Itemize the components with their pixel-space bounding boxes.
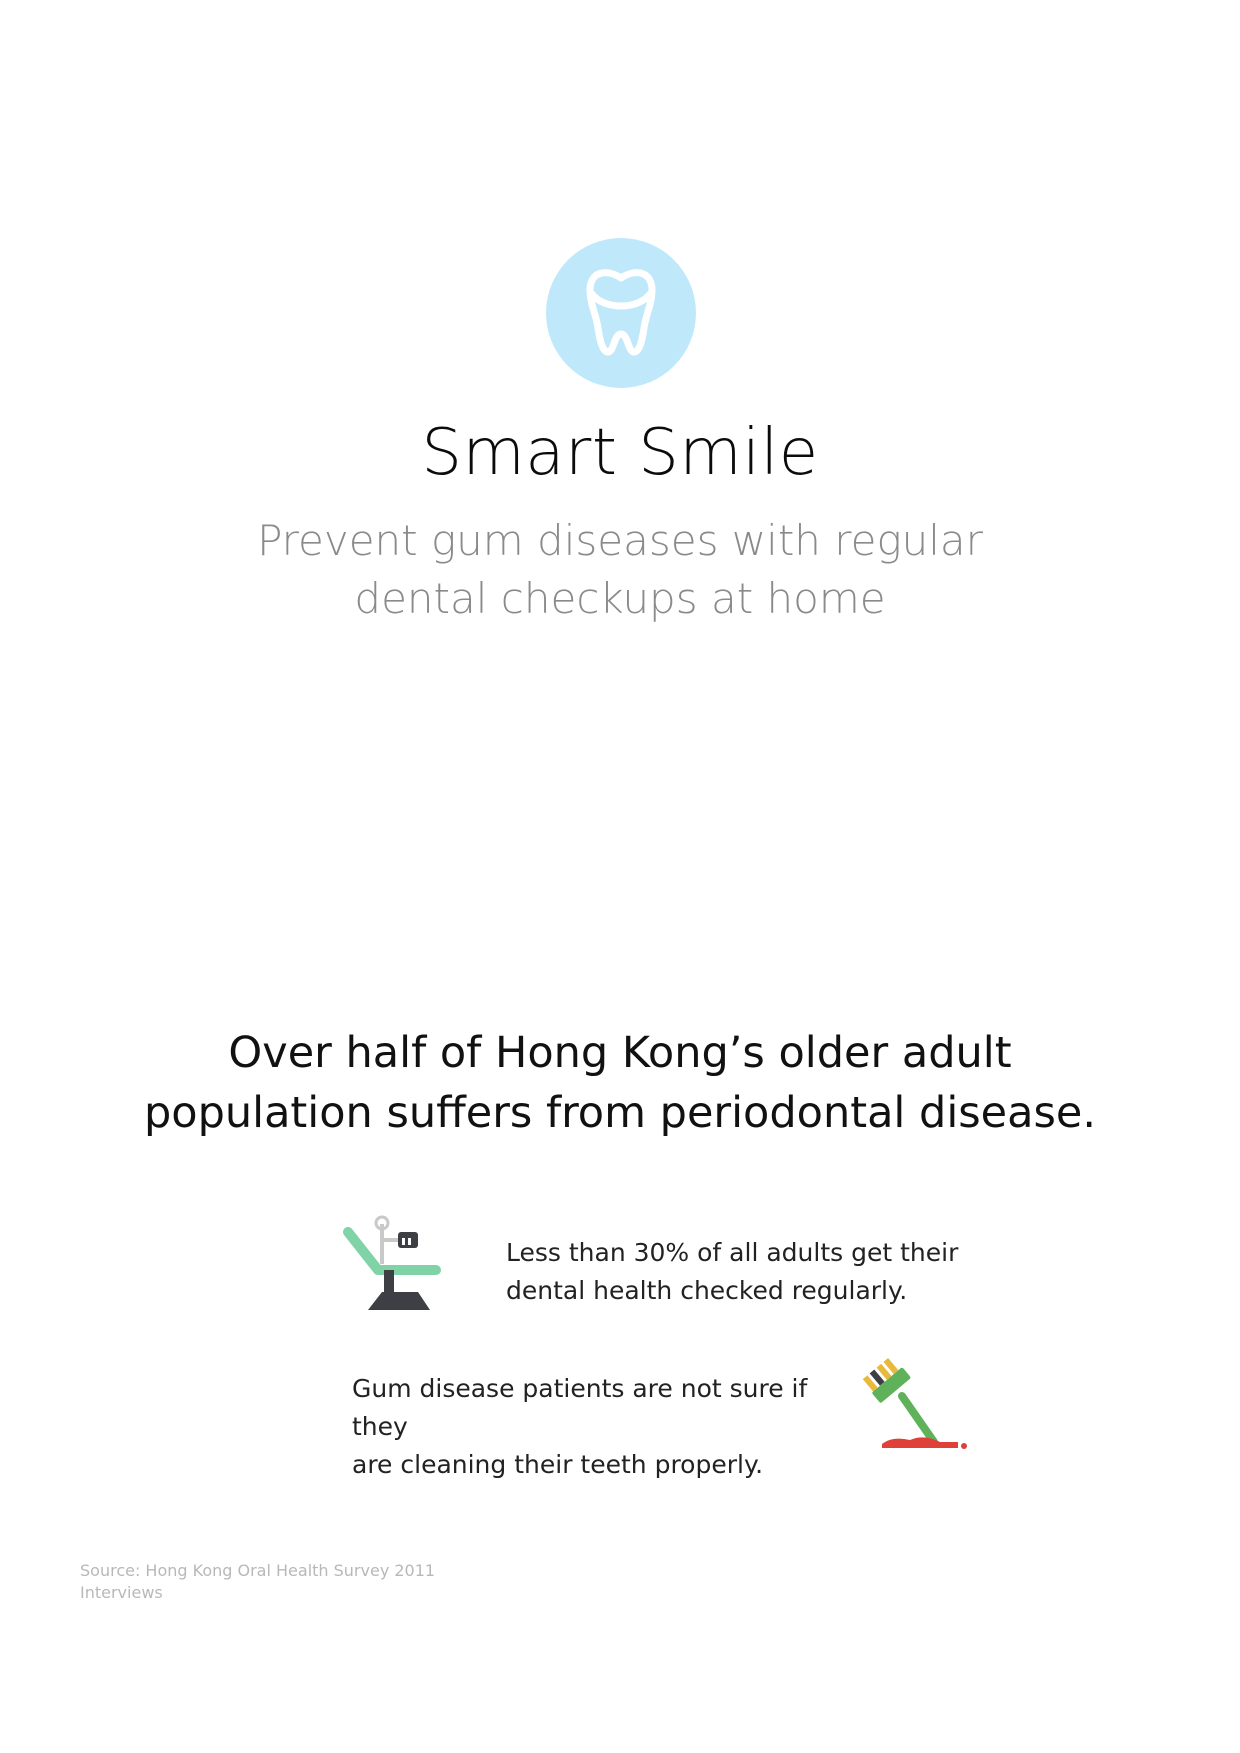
tooth-icon [586,269,656,356]
fact-line: Less than 30% of all adults get their [506,1238,959,1267]
page-title: Smart Smile [421,416,819,490]
key-statistic-headline: Over half of Hong Kong’s older adult pop… [0,1023,1240,1143]
fact-item: Gum disease patients are not sure if the… [352,1370,842,1484]
page-subtitle: Prevent gum diseases with regular dental… [0,512,1240,628]
fact-line: are cleaning their teeth properly. [352,1450,764,1479]
subtitle-line: Prevent gum diseases with regular [257,516,983,565]
dental-chair-icon [338,1212,448,1322]
fact-line: Gum disease patients are not sure if the… [352,1374,808,1441]
source-note: Source: Hong Kong Oral Health Survey 201… [80,1560,435,1604]
fact-item: Less than 30% of all adults get their de… [506,1234,966,1310]
subtitle-line: dental checkups at home [354,574,886,623]
fact-line: dental health checked regularly. [506,1276,908,1305]
source-line: Source: Hong Kong Oral Health Survey 201… [80,1561,436,1580]
headline-line: Over half of Hong Kong’s older adult [228,1028,1012,1078]
logo-badge [546,238,696,388]
headline-line: population suffers from periodontal dise… [143,1088,1097,1138]
source-line: Interviews [80,1583,163,1602]
bleeding-toothbrush-icon [862,1356,972,1456]
